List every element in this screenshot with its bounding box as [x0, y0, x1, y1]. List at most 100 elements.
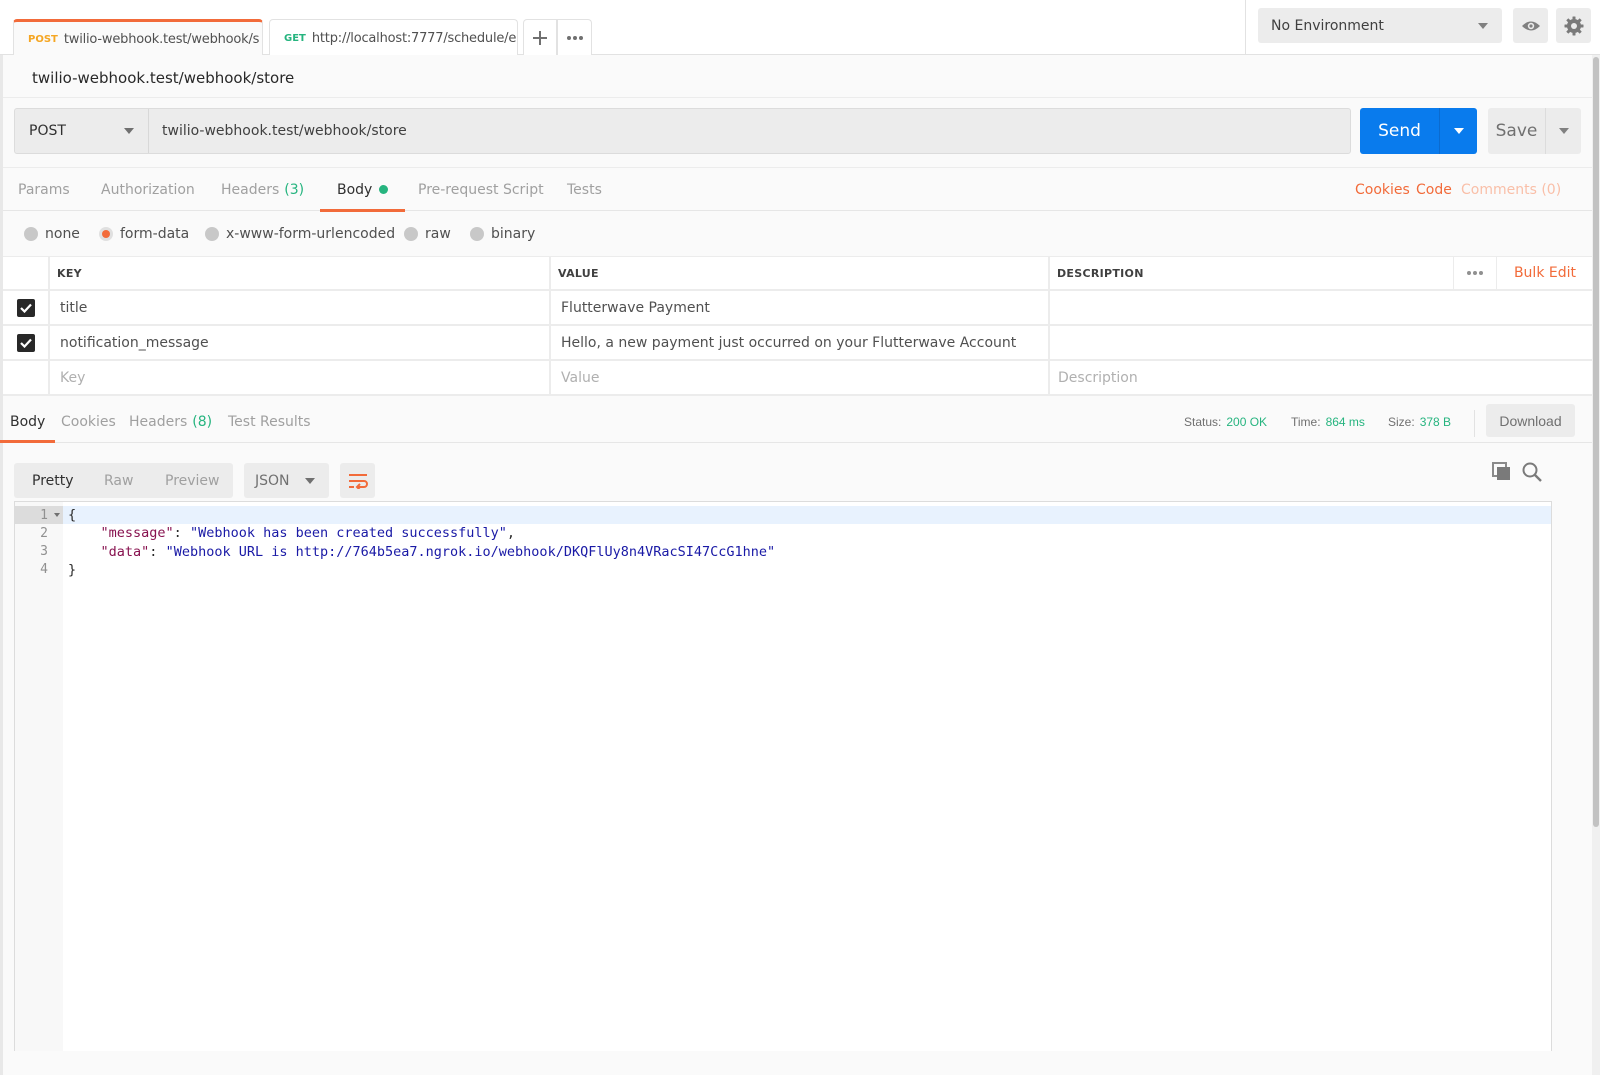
code-line: 1{: [15, 506, 1551, 524]
response-tab-cookies[interactable]: Cookies: [61, 402, 116, 442]
tab-params[interactable]: Params: [18, 168, 70, 211]
line-number-gutter: [15, 502, 63, 1051]
key-field[interactable]: notification_message: [50, 326, 551, 359]
column-header-description: DESCRIPTION Bulk Edit: [1050, 257, 1592, 289]
new-tab-button[interactable]: [523, 19, 557, 56]
row-enabled-cell: [3, 361, 50, 394]
radio-label: binary: [491, 226, 536, 242]
tab-label: Params: [18, 181, 70, 198]
settings-button[interactable]: [1556, 8, 1591, 43]
response-tab-body[interactable]: Body: [0, 402, 56, 443]
scrollbar-thumb[interactable]: [1593, 57, 1599, 827]
method-select[interactable]: POST: [15, 109, 149, 153]
key-field[interactable]: title: [50, 291, 551, 324]
tab-label: Body: [337, 181, 373, 198]
json-punctuation: {: [68, 507, 77, 523]
value-field[interactable]: Flutterwave Payment: [551, 291, 1050, 324]
json-punctuation: }: [68, 561, 77, 578]
description-field[interactable]: [1050, 326, 1592, 359]
tab-authorization[interactable]: Authorization: [101, 168, 195, 211]
radio-raw[interactable]: raw: [404, 212, 451, 256]
tab-headers[interactable]: Headers (3): [221, 168, 304, 211]
wrap-lines-icon: [348, 473, 368, 489]
response-format-select[interactable]: JSON: [244, 463, 329, 498]
form-data-table: KEY VALUE DESCRIPTION Bulk Edit title Fl…: [3, 256, 1592, 396]
chevron-down-icon: [1478, 23, 1488, 29]
response-tab-headers[interactable]: Headers (8): [129, 402, 212, 442]
response-size: Size: 378 B: [1388, 402, 1451, 442]
copy-icon[interactable]: [1492, 462, 1512, 482]
response-body-editor[interactable]: 1{2 "message": "Webhook has been created…: [14, 501, 1552, 1051]
save-options-button[interactable]: [1546, 108, 1581, 154]
divider: [1245, 0, 1246, 55]
headers-count: (8): [192, 414, 213, 430]
tab-name: http://localhost:7777/schedule/e: [311, 30, 517, 46]
search-icon[interactable]: [1521, 461, 1543, 483]
row-enabled-checkbox[interactable]: [16, 333, 35, 352]
json-punctuation: ,: [506, 525, 516, 542]
new-value-input[interactable]: Value: [551, 361, 1050, 394]
request-tab-post-webhook[interactable]: POST twilio-webhook.test/webhook/s: [13, 19, 263, 56]
tab-options-button[interactable]: [557, 19, 592, 56]
body-indicator-icon: [379, 185, 389, 194]
new-key-input[interactable]: Key: [50, 361, 551, 394]
time-value: 864 ms: [1325, 415, 1365, 429]
view-mode-preview[interactable]: Preview: [165, 463, 220, 498]
tab-body[interactable]: Body: [319, 168, 406, 212]
comments-link[interactable]: Comments (0): [1461, 168, 1561, 211]
fold-toggle-icon[interactable]: [54, 513, 60, 517]
code-link[interactable]: Code: [1416, 168, 1452, 211]
chevron-down-icon: [1558, 128, 1569, 134]
wrap-lines-button[interactable]: [340, 463, 375, 498]
column-header-label: DESCRIPTION: [1057, 266, 1144, 280]
tab-label: Tests: [567, 181, 602, 198]
table-options-button[interactable]: [1453, 257, 1497, 289]
response-status: Status: 200 OK: [1184, 402, 1267, 442]
download-button[interactable]: Download: [1486, 404, 1575, 437]
tab-label: Authorization: [101, 181, 195, 198]
divider: [1474, 410, 1475, 437]
checkmark-icon: [19, 338, 32, 348]
save-button[interactable]: Save: [1488, 108, 1581, 154]
save-label: Save: [1488, 108, 1546, 154]
radio-x-www-form-urlencoded[interactable]: x-www-form-urlencoded: [205, 212, 395, 256]
response-time: Time: 864 ms: [1291, 402, 1365, 442]
cookies-link[interactable]: Cookies: [1355, 168, 1410, 211]
table-row: notification_message Hello, a new paymen…: [3, 326, 1592, 361]
status-value: 200 OK: [1226, 415, 1268, 429]
radio-none[interactable]: none: [24, 212, 80, 256]
radio-form-data[interactable]: form-data: [99, 212, 189, 256]
request-title[interactable]: twilio-webhook.test/webhook/store: [32, 69, 294, 87]
row-enabled-checkbox[interactable]: [16, 298, 35, 317]
new-description-input[interactable]: Description: [1050, 361, 1592, 394]
send-options-button[interactable]: [1440, 108, 1477, 154]
line-number: 4: [40, 562, 48, 578]
send-button[interactable]: Send: [1360, 108, 1477, 154]
code-line: 2 "message": "Webhook has been created s…: [15, 524, 1551, 542]
view-mode-raw[interactable]: Raw: [104, 463, 133, 498]
radio-circle-icon: [99, 227, 113, 241]
column-header-key: KEY: [50, 257, 551, 289]
radio-label: x-www-form-urlencoded: [226, 226, 396, 242]
url-input[interactable]: [149, 109, 1350, 153]
radio-binary[interactable]: binary: [470, 212, 535, 256]
key-text: notification_message: [60, 334, 209, 351]
environment-select[interactable]: No Environment: [1258, 8, 1502, 43]
request-tab-get-schedule[interactable]: GET http://localhost:7777/schedule/e: [269, 19, 518, 56]
radio-label: raw: [425, 226, 451, 242]
tab-pre-request-script[interactable]: Pre-request Script: [418, 168, 544, 211]
radio-label: form-data: [120, 226, 190, 242]
view-mode-pretty[interactable]: Pretty: [32, 463, 74, 498]
key-placeholder: Key: [60, 369, 86, 386]
tab-tests[interactable]: Tests: [567, 168, 602, 211]
select-all-cell: [3, 257, 50, 289]
value-field[interactable]: Hello, a new payment just occurred on yo…: [551, 326, 1050, 359]
environment-quick-look-button[interactable]: [1513, 8, 1548, 43]
table-row: title Flutterwave Payment: [3, 291, 1592, 326]
vertical-scrollbar[interactable]: [1592, 55, 1600, 1075]
table-row-new: Key Value Description: [3, 361, 1592, 396]
plus-icon: [533, 31, 547, 45]
description-field[interactable]: [1050, 291, 1592, 324]
bulk-edit-link[interactable]: Bulk Edit: [1514, 257, 1576, 289]
response-tab-test-results[interactable]: Test Results: [228, 402, 311, 442]
